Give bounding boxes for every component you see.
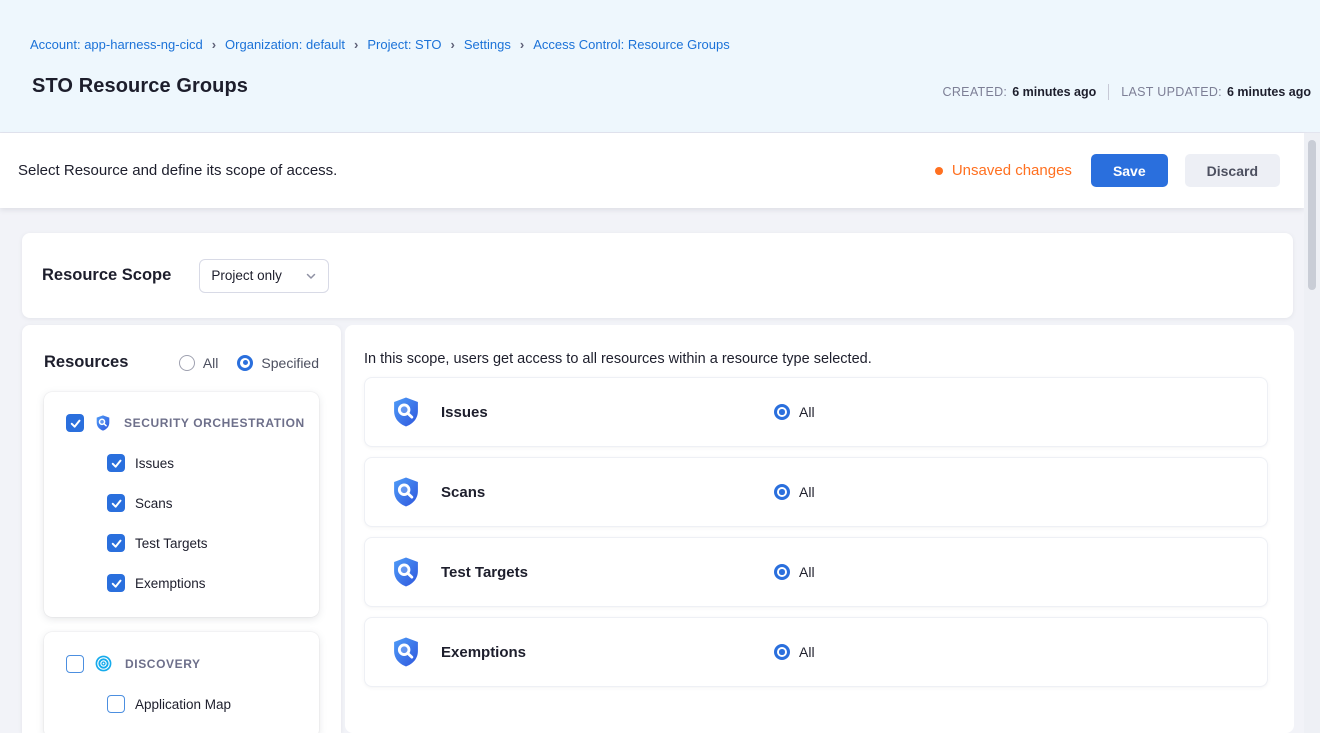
access-all-label: All bbox=[799, 564, 815, 580]
resource-scope-panel: Resource Scope Project only bbox=[22, 233, 1293, 318]
sto-shield-icon bbox=[389, 475, 423, 509]
check-icon bbox=[109, 576, 124, 591]
unsaved-changes-status: Unsaved changes bbox=[935, 162, 1072, 179]
meta-divider bbox=[1108, 84, 1109, 100]
toolbar-description: Select Resource and define its scope of … bbox=[18, 162, 337, 179]
checkbox-issues[interactable] bbox=[107, 454, 125, 472]
unsaved-changes-text: Unsaved changes bbox=[952, 162, 1072, 179]
action-toolbar: Select Resource and define its scope of … bbox=[0, 133, 1304, 208]
radio-on-icon[interactable] bbox=[774, 644, 790, 660]
group-label: DISCOVERY bbox=[125, 657, 201, 671]
resource-card-scans: Scans All bbox=[364, 457, 1268, 527]
resource-label[interactable]: Issues bbox=[135, 456, 174, 471]
resource-row-exemptions[interactable]: Exemptions bbox=[107, 574, 309, 592]
resource-card-title: Scans bbox=[441, 484, 774, 501]
check-icon bbox=[68, 416, 83, 431]
check-icon bbox=[109, 496, 124, 511]
check-icon bbox=[109, 456, 124, 471]
checkbox-application-map[interactable] bbox=[107, 695, 125, 713]
chevron-right-icon: › bbox=[354, 37, 358, 52]
resource-card-exemptions: Exemptions All bbox=[364, 617, 1268, 687]
resource-scope-selected-value: Project only bbox=[211, 268, 282, 283]
radio-specified-label[interactable]: Specified bbox=[261, 355, 319, 371]
resource-label[interactable]: Test Targets bbox=[135, 536, 208, 551]
checkbox-security-orchestration[interactable] bbox=[66, 414, 84, 432]
resource-card-title: Exemptions bbox=[441, 644, 774, 661]
radio-all-label[interactable]: All bbox=[203, 355, 219, 371]
resource-card-title: Issues bbox=[441, 404, 774, 421]
vertical-scrollbar-track[interactable] bbox=[1304, 133, 1320, 733]
radio-off-icon[interactable] bbox=[179, 355, 195, 371]
resource-row-issues[interactable]: Issues bbox=[107, 454, 309, 472]
vertical-scrollbar-thumb[interactable] bbox=[1308, 140, 1316, 290]
access-radio-all: All bbox=[774, 404, 815, 420]
discovery-icon bbox=[94, 654, 113, 673]
sto-shield-icon bbox=[389, 635, 423, 669]
radio-on-icon[interactable] bbox=[237, 355, 253, 371]
resource-label[interactable]: Exemptions bbox=[135, 576, 206, 591]
check-icon bbox=[109, 536, 124, 551]
resources-sidebar: Resources All Specified SECURITY ORCHEST… bbox=[22, 325, 341, 733]
resource-card-title: Test Targets bbox=[441, 564, 774, 581]
checkbox-discovery[interactable] bbox=[66, 655, 84, 673]
chevron-right-icon: › bbox=[212, 37, 216, 52]
group-header-row[interactable]: SECURITY ORCHESTRATION bbox=[66, 414, 309, 432]
access-radio-all: All bbox=[774, 564, 815, 580]
access-all-label: All bbox=[799, 404, 815, 420]
scope-detail-panel: In this scope, users get access to all r… bbox=[345, 325, 1294, 733]
last-updated-value: 6 minutes ago bbox=[1227, 85, 1311, 99]
scope-description: In this scope, users get access to all r… bbox=[364, 351, 1268, 367]
checkbox-scans[interactable] bbox=[107, 494, 125, 512]
header-meta: CREATED: 6 minutes ago LAST UPDATED: 6 m… bbox=[943, 84, 1311, 100]
last-updated-label: LAST UPDATED: bbox=[1121, 85, 1222, 99]
resource-card-test-targets: Test Targets All bbox=[364, 537, 1268, 607]
breadcrumb-settings-link[interactable]: Settings bbox=[464, 37, 511, 52]
group-security-orchestration: SECURITY ORCHESTRATION Issues Scans Test… bbox=[44, 392, 319, 617]
checkbox-exemptions[interactable] bbox=[107, 574, 125, 592]
resource-scope-label: Resource Scope bbox=[42, 266, 171, 285]
chevron-right-icon: › bbox=[451, 37, 455, 52]
chevron-right-icon: › bbox=[520, 37, 524, 52]
breadcrumb-access-control-link[interactable]: Access Control: Resource Groups bbox=[533, 37, 730, 52]
group-header-row[interactable]: DISCOVERY bbox=[66, 654, 309, 673]
access-radio-all: All bbox=[774, 484, 815, 500]
page-header: Account: app-harness-ng-cicd › Organizat… bbox=[0, 0, 1320, 133]
resource-row-test-targets[interactable]: Test Targets bbox=[107, 534, 309, 552]
breadcrumb-organization-link[interactable]: Organization: default bbox=[225, 37, 345, 52]
group-discovery: DISCOVERY Application Map bbox=[44, 632, 319, 733]
access-radio-all: All bbox=[774, 644, 815, 660]
radio-all[interactable]: All bbox=[179, 355, 219, 371]
discard-button[interactable]: Discard bbox=[1185, 154, 1280, 187]
group-label: SECURITY ORCHESTRATION bbox=[124, 416, 305, 430]
resource-label[interactable]: Scans bbox=[135, 496, 173, 511]
access-all-label: All bbox=[799, 644, 815, 660]
resource-label[interactable]: Application Map bbox=[135, 697, 231, 712]
resource-row-scans[interactable]: Scans bbox=[107, 494, 309, 512]
resources-title: Resources bbox=[44, 353, 128, 372]
radio-on-icon[interactable] bbox=[774, 484, 790, 500]
breadcrumb-project-link[interactable]: Project: STO bbox=[367, 37, 441, 52]
breadcrumb-account-link[interactable]: Account: app-harness-ng-cicd bbox=[30, 37, 203, 52]
resource-scope-dropdown[interactable]: Project only bbox=[199, 259, 329, 293]
sto-shield-icon bbox=[389, 555, 423, 589]
resources-filter-radios: All Specified bbox=[179, 355, 319, 371]
resources-header: Resources All Specified bbox=[22, 325, 341, 372]
resource-row-application-map[interactable]: Application Map bbox=[107, 695, 309, 713]
radio-specified[interactable]: Specified bbox=[237, 355, 319, 371]
resource-card-issues: Issues All bbox=[364, 377, 1268, 447]
page-title: STO Resource Groups bbox=[32, 75, 248, 98]
created-value: 6 minutes ago bbox=[1012, 85, 1096, 99]
radio-on-icon[interactable] bbox=[774, 404, 790, 420]
unsaved-dot-icon bbox=[935, 167, 943, 175]
sto-shield-icon bbox=[389, 395, 423, 429]
sto-shield-icon bbox=[94, 414, 112, 432]
radio-on-icon[interactable] bbox=[774, 564, 790, 580]
breadcrumb: Account: app-harness-ng-cicd › Organizat… bbox=[30, 37, 730, 52]
chevron-down-icon bbox=[305, 270, 317, 282]
save-button[interactable]: Save bbox=[1091, 154, 1168, 187]
created-label: CREATED: bbox=[943, 85, 1008, 99]
checkbox-test-targets[interactable] bbox=[107, 534, 125, 552]
access-all-label: All bbox=[799, 484, 815, 500]
